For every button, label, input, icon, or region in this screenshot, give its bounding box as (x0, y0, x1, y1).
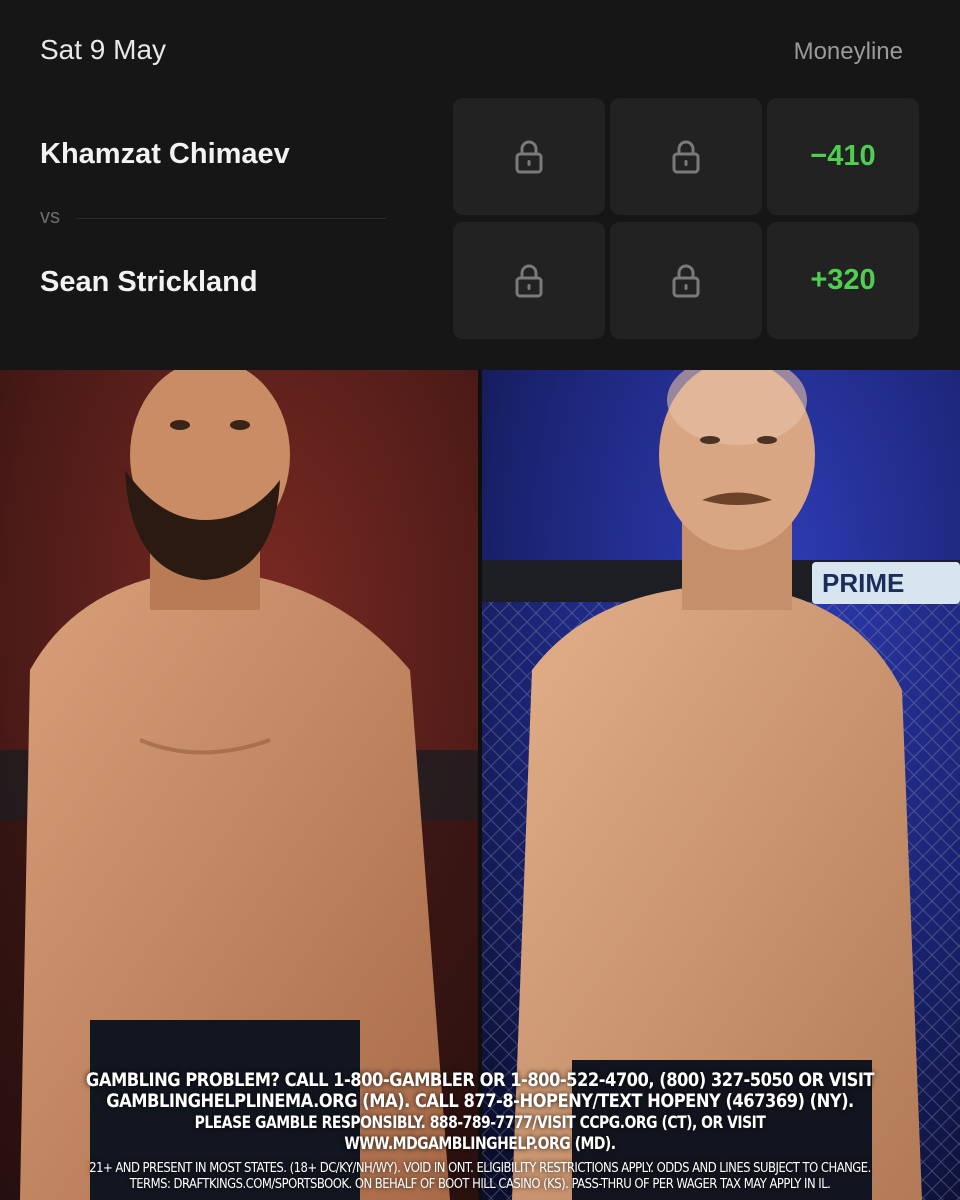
vs-label: vs (40, 206, 60, 228)
lock-icon (672, 264, 700, 297)
disclaimer-line: GAMBLINGHELPLINEMA.ORG (MA). CALL 877-8-… (106, 1090, 854, 1112)
disclaimer-line: 21+ AND PRESENT IN MOST STATES. (18+ DC/… (89, 1160, 871, 1176)
cage-banner-text: PRIME (822, 568, 904, 598)
disclaimer-line: GAMBLING PROBLEM? CALL 1-800-GAMBLER OR … (85, 1069, 875, 1091)
locked-market-cell[interactable] (610, 98, 762, 215)
fighter-b-name: Sean Strickland (40, 266, 258, 298)
event-date: Sat 9 May (40, 34, 167, 65)
disclaimer-line: PLEASE GAMBLE RESPONSIBLY. 888-789-7777/… (194, 1113, 766, 1154)
responsible-gambling-disclaimer: GAMBLING PROBLEM? CALL 1-800-GAMBLER OR … (0, 1069, 960, 1193)
moneyline-button-fighter-b[interactable]: +320 (767, 222, 919, 339)
disclaimer-line: TERMS: DRAFTKINGS.COM/SPORTSBOOK. ON BEH… (129, 1176, 831, 1192)
lock-icon (515, 140, 543, 173)
locked-market-cell[interactable] (610, 222, 762, 339)
locked-market-cell[interactable] (453, 98, 605, 215)
lock-icon (672, 140, 700, 173)
moneyline-odds: −410 (810, 140, 876, 172)
odds-panel: Sat 9 May Moneyline Khamzat Chimaev vs S… (0, 0, 960, 370)
market-label: Moneyline (793, 38, 903, 65)
locked-market-cell[interactable] (453, 222, 605, 339)
fighter-a-name: Khamzat Chimaev (40, 138, 290, 170)
lock-icon (515, 264, 543, 297)
moneyline-odds: +320 (810, 264, 876, 296)
vs-divider (76, 218, 386, 219)
moneyline-button-fighter-a[interactable]: −410 (767, 98, 919, 215)
